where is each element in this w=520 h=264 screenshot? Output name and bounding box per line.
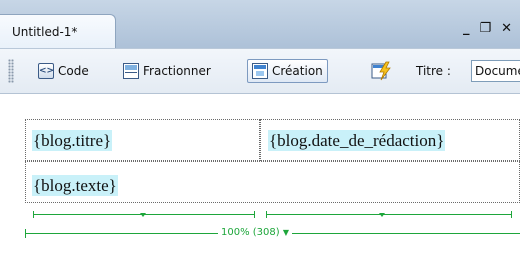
code-view-button[interactable]: <> Code (33, 59, 94, 83)
table-width-chevron-icon: ▼ (282, 228, 290, 237)
code-view-label: Code (58, 64, 89, 78)
table-guide-start (25, 229, 26, 238)
column-width-guide-2 (266, 214, 511, 215)
live-view-icon[interactable] (371, 61, 393, 81)
close-button[interactable]: ✕ (501, 22, 512, 35)
page-title-input[interactable] (471, 60, 520, 82)
restore-button[interactable]: ❐ (479, 22, 491, 35)
blog-text-placeholder[interactable]: {blog.texte} (32, 175, 118, 196)
table-width-label: 100% (308) (221, 227, 280, 238)
column-1-menu-arrow[interactable] (140, 213, 146, 217)
split-view-label: Fractionner (143, 64, 211, 78)
split-view-button[interactable]: Fractionner (118, 59, 216, 83)
design-view-label: Création (272, 64, 323, 78)
minimize-button[interactable]: _ (463, 22, 470, 35)
design-view-icon (252, 63, 268, 79)
table-width-menu[interactable]: 100% (308) ▼ (218, 227, 293, 239)
window-controls: _ ❐ ✕ (463, 22, 512, 35)
title-label: Titre : (416, 64, 451, 78)
blog-date-placeholder[interactable]: {blog.date_de_rédaction} (268, 130, 446, 151)
code-view-icon: <> (38, 63, 54, 79)
column-guide-1-end (254, 211, 255, 218)
column-guide-1-start (33, 211, 34, 218)
column-2-menu-arrow[interactable] (379, 213, 385, 217)
column-guide-2-start (266, 211, 267, 218)
toolbar-grip[interactable] (8, 59, 14, 83)
design-view-button[interactable]: Création (247, 59, 328, 83)
column-guide-2-end (511, 211, 512, 218)
document-tab-title[interactable]: Untitled-1* (12, 25, 77, 39)
blog-title-placeholder[interactable]: {blog.titre} (32, 130, 113, 151)
split-view-icon (123, 63, 139, 79)
